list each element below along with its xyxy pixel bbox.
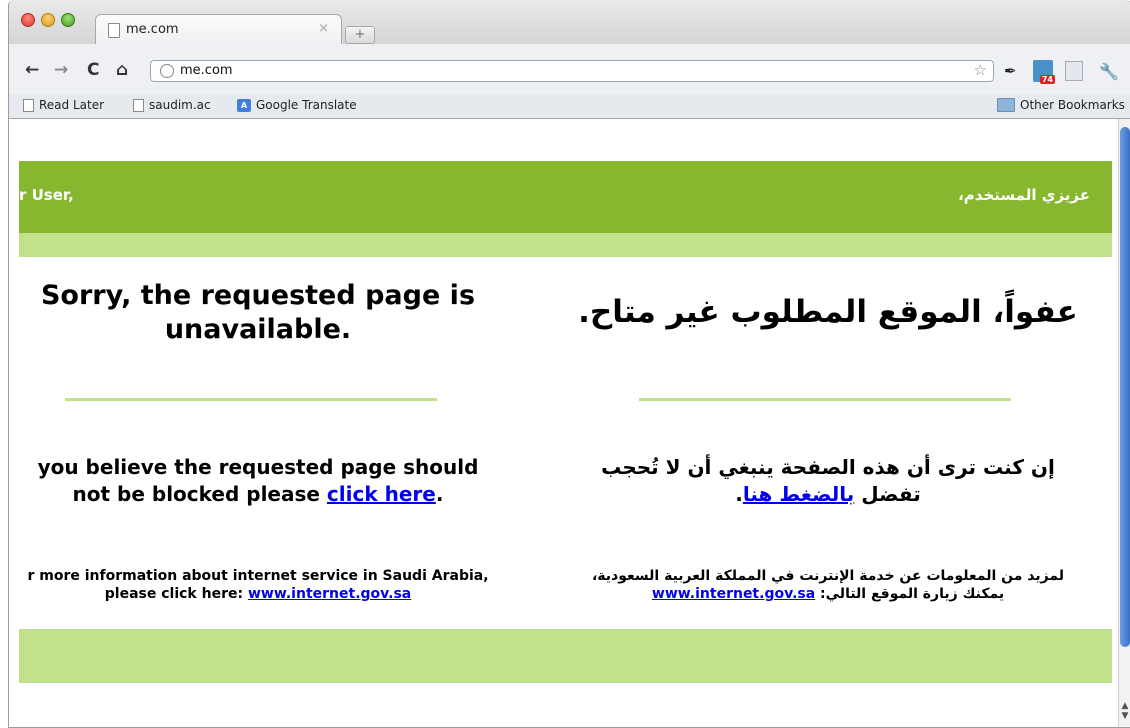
bookmark-label: Google Translate [256,98,357,112]
info-en: r more information about internet servic… [9,567,507,603]
bookmark-star-icon[interactable]: ☆ [974,61,987,79]
bookmark-saudim[interactable]: saudim.ac [133,98,211,112]
tab-me-com[interactable]: me.com × [95,14,342,45]
click-here-link[interactable]: click here [327,482,436,506]
click-here-link-ar[interactable]: بالضغط هنا [743,482,854,506]
footer-band [19,629,1112,683]
calendar-icon[interactable]: 74 [1033,60,1055,84]
unblock-ar-period: . [735,482,743,506]
calendar-badge: 74 [1039,75,1055,84]
forward-button[interactable]: → [54,62,68,79]
page-content: r User, عزيزي المستخدم، Sorry, the reque… [9,119,1130,727]
greeting-ar: عزيزي المستخدم، [958,186,1090,204]
unblock-en-period: . [435,482,444,506]
minimize-window-button[interactable] [41,13,55,27]
close-window-button[interactable] [21,13,35,27]
toolbar: ← → C ⌂ ☆ ✒ 74 🔧 [9,44,1130,94]
info-ar-text: يمكنك زيارة الموقع التالي: [820,586,1005,602]
title-ar-text: عفواً، الموقع المطلوب غير متاح. [578,294,1078,330]
info-ar-line1: لمزيد من المعلومات عن خدمة الإنترنت في ا… [591,568,1064,584]
bookmark-label: Other Bookmarks [1020,98,1125,112]
title-en: Sorry, the requested page is unavailable… [9,279,507,347]
scroll-arrows[interactable]: ▲ ▼ [1119,701,1130,721]
scrollbar-thumb[interactable] [1120,127,1130,647]
divider-en [65,398,437,401]
header-subband [19,233,1112,257]
folder-icon [997,98,1015,112]
google-translate-icon: A [237,98,251,112]
title-en-line2: unavailable. [164,314,352,345]
greeting-en: r User, [19,186,74,204]
page-icon [108,23,120,38]
unblock-ar-line2: تفضل بالضغط هنا. [554,481,1102,508]
tab-close-icon[interactable]: × [318,21,329,36]
unblock-ar-line1: إن كنت ترى أن هذه الصفحة ينبغي أن لا تُح… [601,455,1055,479]
document-icon [133,98,144,112]
reload-button[interactable]: C [87,62,99,79]
globe-icon [160,64,174,78]
unblock-en-line1: you believe the requested page should [37,455,479,479]
wrench-icon[interactable]: 🔧 [1099,62,1119,81]
info-ar-line2: يمكنك زيارة الموقع التالي: www.internet.… [554,585,1102,603]
bookmark-label: Read Later [39,98,105,112]
unblock-ar-text: تفضل [861,482,921,506]
bookmarks-bar: Read Later saudim.ac A Google Translate … [9,94,1130,119]
internet-gov-link-ar[interactable]: www.internet.gov.sa [652,586,815,602]
page-extension-icon[interactable] [1065,61,1083,81]
title-en-line1: Sorry, the requested page is [40,280,476,311]
title-ar: عفواً، الموقع المطلوب غير متاح. [554,279,1102,330]
unblock-en-line2: not be blocked please click here. [9,481,507,508]
maximize-window-button[interactable] [61,13,75,27]
document-icon [23,98,34,112]
unblock-message-ar: إن كنت ترى أن هذه الصفحة ينبغي أن لا تُح… [554,454,1102,508]
bookmark-label: saudim.ac [149,98,211,112]
header-band: r User, عزيزي المستخدم، [19,161,1112,233]
back-button[interactable]: ← [25,62,39,79]
unblock-message-en: you believe the requested page should no… [9,454,507,508]
bookmark-read-later[interactable]: Read Later [23,98,104,112]
unblock-en-text: not be blocked please [72,482,320,506]
other-bookmarks[interactable]: Other Bookmarks [997,98,1125,112]
home-button[interactable]: ⌂ [116,62,128,79]
tab-title: me.com [126,22,179,37]
info-en-line2: please click here: www.internet.gov.sa [9,585,507,603]
divider-ar [639,398,1011,401]
bookmark-google-translate[interactable]: A Google Translate [237,98,357,112]
address-bar[interactable]: ☆ [150,60,994,82]
info-ar: لمزيد من المعلومات عن خدمة الإنترنت في ا… [554,567,1102,603]
internet-gov-link[interactable]: www.internet.gov.sa [248,586,411,602]
new-tab-button[interactable]: + [345,26,375,44]
info-en-text: please click here: [104,586,244,602]
window-controls [21,13,75,27]
vertical-scrollbar[interactable]: ▲ ▼ [1118,119,1130,727]
url-input[interactable] [180,62,940,79]
browser-window: me.com × + ← → C ⌂ ☆ ✒ 74 🔧 Read Later s… [8,0,1130,728]
info-en-line1: r more information about internet servic… [27,568,489,584]
pin-icon[interactable]: ✒ [1004,62,1017,80]
